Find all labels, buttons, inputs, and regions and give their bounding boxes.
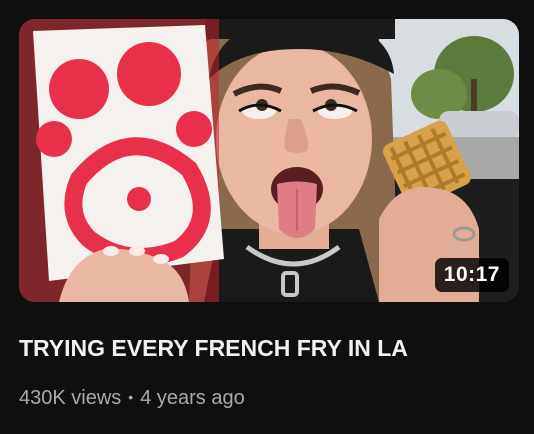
video-card[interactable]: 10:17 TRYING EVERY FRENCH FRY IN LA 430K… xyxy=(0,0,534,434)
video-metadata: 430K views • 4 years ago xyxy=(19,384,245,411)
video-title[interactable]: TRYING EVERY FRENCH FRY IN LA xyxy=(19,333,519,363)
video-thumbnail[interactable]: 10:17 xyxy=(19,19,519,302)
duration-badge: 10:17 xyxy=(434,258,509,292)
view-count: 430K views xyxy=(19,387,122,409)
separator-dot: • xyxy=(128,389,134,405)
upload-age: 4 years ago xyxy=(140,387,245,409)
